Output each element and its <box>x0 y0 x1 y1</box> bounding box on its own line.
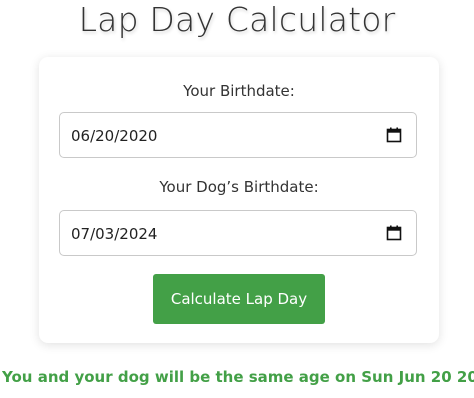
calculator-card: Your Birthdate: 06/20/2020 Your Dog’s Bi… <box>39 57 439 343</box>
dog-birthdate-label: Your Dog’s Birthdate: <box>159 178 319 196</box>
dog-birthdate-input[interactable]: 07/03/2024 <box>59 210 417 256</box>
calculate-lap-day-button[interactable]: Calculate Lap Day <box>153 274 325 324</box>
birthdate-label: Your Birthdate: <box>183 82 295 100</box>
calendar-icon[interactable] <box>386 225 402 241</box>
result-message: You and your dog will be the same age on… <box>2 368 474 386</box>
page-title: Lap Day Calculator <box>78 0 396 39</box>
birthdate-value: 06/20/2020 <box>71 127 158 145</box>
birthdate-input[interactable]: 06/20/2020 <box>59 112 417 158</box>
dog-birthdate-value: 07/03/2024 <box>71 225 158 243</box>
calendar-icon[interactable] <box>386 127 402 143</box>
